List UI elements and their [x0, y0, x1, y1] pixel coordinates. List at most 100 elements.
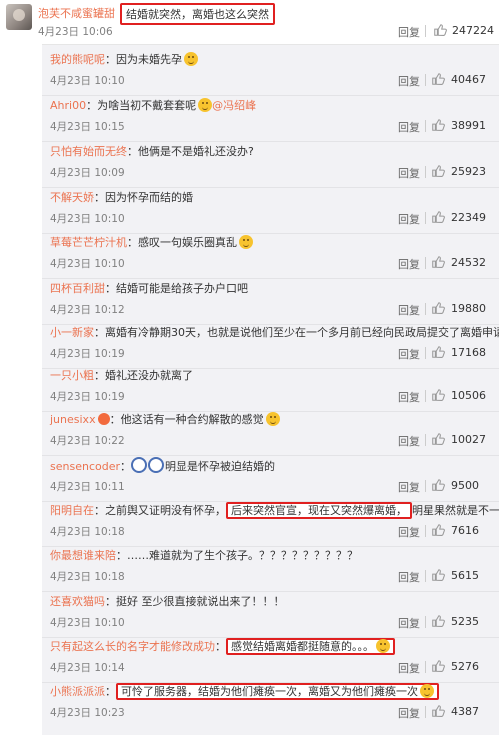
comment-username[interactable]: 不解天娇 — [50, 191, 94, 204]
comment-text: 他俩是不是婚礼还没办? — [138, 145, 254, 158]
comment-text: 婚礼还没办就离了 — [105, 369, 193, 382]
comment-text: 可怜了服务器，结婚为他们瘫痪一次，离婚又为他们瘫痪一次 — [121, 685, 418, 698]
reply-button[interactable]: 回复 — [398, 256, 420, 272]
colon: ： — [120, 460, 131, 473]
thumbs-up-icon[interactable] — [433, 23, 447, 37]
comment-text: 为啥当初不戴套套呢 — [97, 99, 197, 112]
comment-line: 四杯百利甜：结婚可能是给孩子办户口吧 — [50, 280, 248, 296]
comment-line: junesixx ：他这话有一种合约解散的感觉 — [50, 411, 280, 427]
comment-date: 4月23日 10:06 — [38, 26, 113, 38]
comment-line: 不解天娇：因为怀孕而结的婚 — [50, 189, 193, 205]
comment-username[interactable]: 小熊派派派 — [50, 685, 105, 698]
comment-date: 4月23日 10:18 — [50, 571, 125, 583]
comment-text: 因为未婚先孕 — [116, 53, 182, 66]
thumbs-up-icon[interactable] — [431, 118, 445, 132]
reply-button[interactable]: 回复 — [398, 302, 420, 318]
reply-button[interactable]: 回复 — [398, 569, 420, 585]
comment-text-highlighted: 后来突然官宣，现在又突然爆离婚， — [226, 502, 412, 519]
comment-username[interactable]: 泡芙不咸蜜罐甜 — [38, 5, 115, 21]
thumbs-up-icon[interactable] — [431, 255, 445, 269]
comment-line: 你最想谁来陪：……难道就为了生个孩子。？？？？？？？？？ — [50, 547, 358, 563]
like-count: 25923 — [451, 165, 486, 178]
comment-username[interactable]: 只有起这么长的名字才能修改成功 — [50, 640, 215, 653]
comment-username[interactable]: 一只小粗 — [50, 369, 94, 382]
reply-button[interactable]: 回复 — [398, 211, 420, 227]
separator — [42, 455, 499, 456]
thumbs-up-icon[interactable] — [431, 659, 445, 673]
thumbs-up-icon[interactable] — [431, 388, 445, 402]
comment-date: 4月23日 10:10 — [50, 617, 125, 629]
reply-button[interactable]: 回复 — [398, 389, 420, 405]
comment-username[interactable]: junesixx — [50, 413, 96, 426]
like-count: 40467 — [451, 73, 486, 86]
reply-button[interactable]: 回复 — [398, 24, 420, 40]
divider — [425, 390, 426, 402]
comment-username[interactable]: 我的熊呢呢 — [50, 53, 105, 66]
reply-button[interactable]: 回复 — [398, 524, 420, 540]
thumbs-up-icon[interactable] — [431, 523, 445, 537]
fan-badge-icon — [97, 413, 110, 425]
thumbs-up-icon[interactable] — [431, 72, 445, 86]
avatar[interactable] — [6, 4, 32, 30]
colon: ： — [86, 99, 98, 112]
like-count: 4387 — [451, 705, 479, 718]
comment-date: 4月23日 10:10 — [50, 75, 125, 87]
divider — [425, 303, 426, 315]
divider — [425, 25, 426, 37]
mention-link[interactable]: @冯绍峰 — [212, 99, 256, 112]
eyes-emoji-icon — [131, 457, 147, 473]
like-count: 17168 — [451, 346, 486, 359]
reply-button[interactable]: 回复 — [398, 165, 420, 181]
colon: ： — [127, 145, 138, 158]
reply-button[interactable]: 回复 — [398, 660, 420, 676]
comment-username[interactable]: 你最想谁来陪 — [50, 549, 116, 562]
colon: ： — [94, 369, 105, 382]
comment-username[interactable]: 四杯百利甜 — [50, 282, 105, 295]
comment-username[interactable]: 阳明自在 — [50, 504, 94, 517]
reply-button[interactable]: 回复 — [398, 479, 420, 495]
colon: ： — [94, 191, 105, 204]
colon: ： — [105, 53, 116, 66]
comment-date: 4月23日 10:14 — [50, 662, 125, 674]
comment-username[interactable]: Ahri00 — [50, 99, 86, 112]
comment-line: 一只小粗：婚礼还没办就离了 — [50, 367, 193, 383]
comment-username[interactable]: 只怕有始而无终 — [50, 145, 127, 158]
reply-button[interactable]: 回复 — [398, 615, 420, 631]
comment-username[interactable]: sensencoder — [50, 460, 120, 473]
colon: ： — [215, 640, 226, 653]
comment-text: 明显是怀孕被迫结婚的 — [165, 460, 275, 473]
comment-date: 4月23日 10:09 — [50, 167, 125, 179]
thumbs-up-icon[interactable] — [431, 210, 445, 224]
comment-date: 4月23日 10:23 — [50, 707, 125, 719]
thumbs-up-icon[interactable] — [431, 568, 445, 582]
reply-button[interactable]: 回复 — [398, 433, 420, 449]
laugh-emoji-icon — [420, 684, 434, 698]
colon: ： — [94, 326, 105, 339]
reply-button[interactable]: 回复 — [398, 73, 420, 89]
divider — [425, 570, 426, 582]
thumbs-up-icon[interactable] — [431, 432, 445, 446]
colon: ： — [105, 685, 116, 698]
divider — [425, 166, 426, 178]
comment-username[interactable]: 小一新家 — [50, 326, 94, 339]
thumbs-up-icon[interactable] — [431, 301, 445, 315]
comment-date: 4月23日 10:15 — [50, 121, 125, 133]
colon: ： — [109, 413, 121, 426]
thumbs-up-icon[interactable] — [431, 478, 445, 492]
reply-button[interactable]: 回复 — [398, 346, 420, 362]
top-comment: 泡芙不咸蜜罐甜 结婚就突然，离婚也这么突然 4月23日 10:06 回复 247… — [0, 0, 499, 44]
eyes-emoji-icon — [148, 457, 164, 473]
comment-username[interactable]: 草莓芒芒柠汁机 — [50, 236, 127, 249]
thumbs-up-icon[interactable] — [431, 164, 445, 178]
comment-username[interactable]: 还喜欢猫吗 — [50, 595, 105, 608]
comment-date: 4月23日 10:12 — [50, 304, 125, 316]
thumbs-up-icon[interactable] — [431, 614, 445, 628]
reply-button[interactable]: 回复 — [398, 119, 420, 135]
comment-date: 4月23日 10:10 — [50, 213, 125, 225]
thumbs-up-icon[interactable] — [431, 345, 445, 359]
comment-line: 我的熊呢呢：因为未婚先孕 — [50, 51, 198, 67]
thumbs-up-icon[interactable] — [431, 704, 445, 718]
comment-text: 之前舆又证明没有怀孕， — [105, 504, 226, 517]
reply-button[interactable]: 回复 — [398, 705, 420, 721]
comment-line: 草莓芒芒柠汁机：感叹一句娱乐圈真乱 — [50, 234, 253, 250]
